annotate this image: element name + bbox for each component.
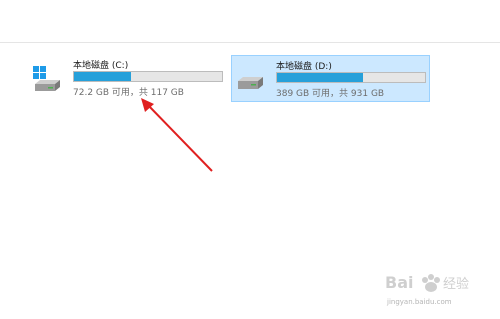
watermark-url: jingyan.baidu.com	[387, 298, 452, 306]
drive-d-space-text: 389 GB 可用，共 931 GB	[276, 89, 385, 99]
hard-drive-windows-icon	[33, 66, 60, 91]
drive-c-usage-fill	[74, 72, 131, 81]
hard-drive-icon	[238, 77, 263, 89]
drive-c-label: 本地磁盘 (C:)	[73, 61, 129, 71]
top-divider	[0, 42, 500, 43]
drive-d-usage-bar	[276, 72, 426, 83]
drive-c-space-text: 72.2 GB 可用，共 117 GB	[73, 88, 184, 98]
drive-c[interactable]: 本地磁盘 (C:) 72.2 GB 可用，共 117 GB	[28, 55, 226, 99]
drive-d[interactable]: 本地磁盘 (D:) 389 GB 可用，共 931 GB	[231, 55, 430, 102]
svg-text:Bai: Bai	[385, 273, 413, 292]
drive-d-label: 本地磁盘 (D:)	[276, 62, 332, 72]
baidu-jingyan-watermark: Bai 经验 jingyan.baidu.com	[383, 268, 483, 313]
drive-c-usage-bar	[73, 71, 223, 82]
baidu-jingyan-logo: Bai 经验	[385, 273, 469, 292]
svg-text:经验: 经验	[443, 276, 469, 292]
drive-d-usage-fill	[277, 73, 364, 82]
